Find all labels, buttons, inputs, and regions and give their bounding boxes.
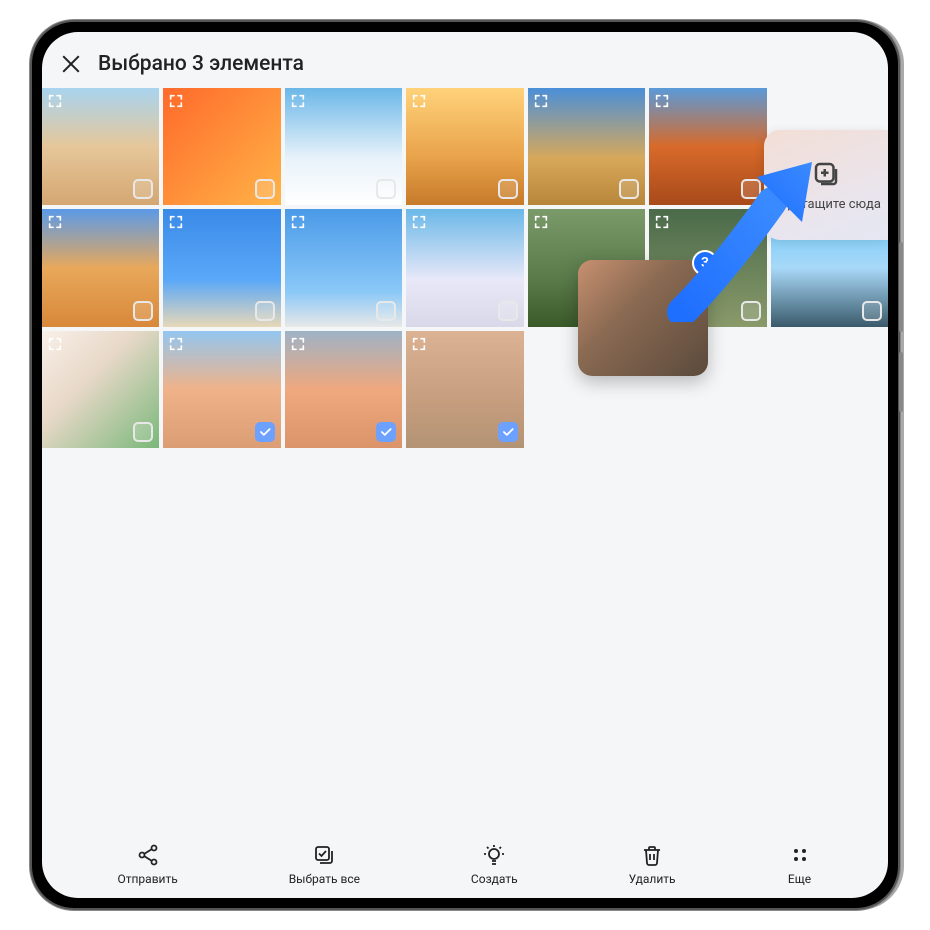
select-checkbox[interactable]	[133, 422, 153, 442]
device-side-button	[899, 352, 903, 412]
photo-cell[interactable]	[163, 88, 280, 205]
expand-icon[interactable]	[47, 214, 63, 230]
select-checkbox[interactable]	[619, 179, 639, 199]
select-all-label: Выбрать все	[289, 872, 360, 886]
photo-cell[interactable]	[285, 209, 402, 326]
select-all-button[interactable]: Выбрать все	[289, 842, 360, 886]
select-checkbox[interactable]	[255, 422, 275, 442]
share-icon	[135, 842, 161, 868]
select-checkbox[interactable]	[376, 179, 396, 199]
expand-icon[interactable]	[47, 336, 63, 352]
send-label: Отправить	[117, 872, 177, 886]
photo-thumbnail	[285, 331, 402, 448]
bottom-toolbar: Отправить Выбрать все	[42, 842, 888, 886]
photo-cell[interactable]	[163, 209, 280, 326]
create-label: Создать	[471, 872, 518, 886]
photo-cell[interactable]	[528, 88, 645, 205]
expand-icon[interactable]	[654, 214, 670, 230]
photo-grid	[42, 88, 888, 448]
photo-cell[interactable]	[42, 331, 159, 448]
expand-icon[interactable]	[533, 93, 549, 109]
photo-thumbnail	[406, 331, 523, 448]
selection-header: Выбрано 3 элемента	[42, 32, 888, 88]
expand-icon[interactable]	[47, 93, 63, 109]
select-checkbox[interactable]	[133, 179, 153, 199]
drop-zone-label: Перетащите сюда	[771, 197, 881, 212]
photo-cell[interactable]	[285, 88, 402, 205]
close-icon[interactable]	[60, 53, 82, 75]
expand-icon[interactable]	[290, 93, 306, 109]
more-icon	[787, 842, 813, 868]
expand-icon[interactable]	[290, 214, 306, 230]
photo-cell[interactable]	[42, 209, 159, 326]
selection-count-title: Выбрано 3 элемента	[98, 52, 304, 76]
select-checkbox[interactable]	[498, 179, 518, 199]
lightbulb-icon	[481, 842, 507, 868]
select-checkbox[interactable]	[255, 301, 275, 321]
trash-icon	[639, 842, 665, 868]
photo-cell[interactable]	[285, 331, 402, 448]
photo-thumbnail	[163, 331, 280, 448]
select-checkbox[interactable]	[498, 422, 518, 442]
expand-icon[interactable]	[168, 93, 184, 109]
more-label: Еще	[788, 872, 811, 886]
select-checkbox[interactable]	[133, 301, 153, 321]
device-side-button	[899, 242, 903, 332]
expand-icon[interactable]	[654, 93, 670, 109]
select-all-icon	[311, 842, 337, 868]
delete-button[interactable]: Удалить	[629, 842, 676, 886]
dragged-stack[interactable]: 3	[578, 260, 708, 376]
photo-cell[interactable]	[406, 209, 523, 326]
delete-label: Удалить	[629, 872, 676, 886]
select-checkbox[interactable]	[862, 301, 882, 321]
more-button[interactable]: Еще	[787, 842, 813, 886]
photo-cell[interactable]	[406, 88, 523, 205]
create-button[interactable]: Создать	[471, 842, 518, 886]
select-checkbox[interactable]	[498, 301, 518, 321]
select-checkbox[interactable]	[741, 301, 761, 321]
expand-icon[interactable]	[411, 336, 427, 352]
expand-icon[interactable]	[533, 214, 549, 230]
select-checkbox[interactable]	[376, 301, 396, 321]
tablet-frame: Выбрано 3 элемента Перетащите сюда 3	[30, 20, 900, 910]
send-button[interactable]: Отправить	[117, 842, 177, 886]
add-stack-icon	[811, 159, 841, 189]
expand-icon[interactable]	[290, 336, 306, 352]
photo-cell[interactable]	[42, 88, 159, 205]
select-checkbox[interactable]	[376, 422, 396, 442]
select-checkbox[interactable]	[255, 179, 275, 199]
expand-icon[interactable]	[168, 336, 184, 352]
dragged-thumbnail	[578, 260, 708, 376]
select-checkbox[interactable]	[741, 179, 761, 199]
expand-icon[interactable]	[411, 214, 427, 230]
drag-count-badge: 3	[692, 250, 718, 276]
photo-cell[interactable]	[649, 88, 766, 205]
expand-icon[interactable]	[168, 214, 184, 230]
drop-zone[interactable]: Перетащите сюда	[764, 130, 888, 240]
photo-cell[interactable]	[163, 331, 280, 448]
screen: Выбрано 3 элемента Перетащите сюда 3	[42, 32, 888, 898]
photo-cell[interactable]	[406, 331, 523, 448]
expand-icon[interactable]	[411, 93, 427, 109]
